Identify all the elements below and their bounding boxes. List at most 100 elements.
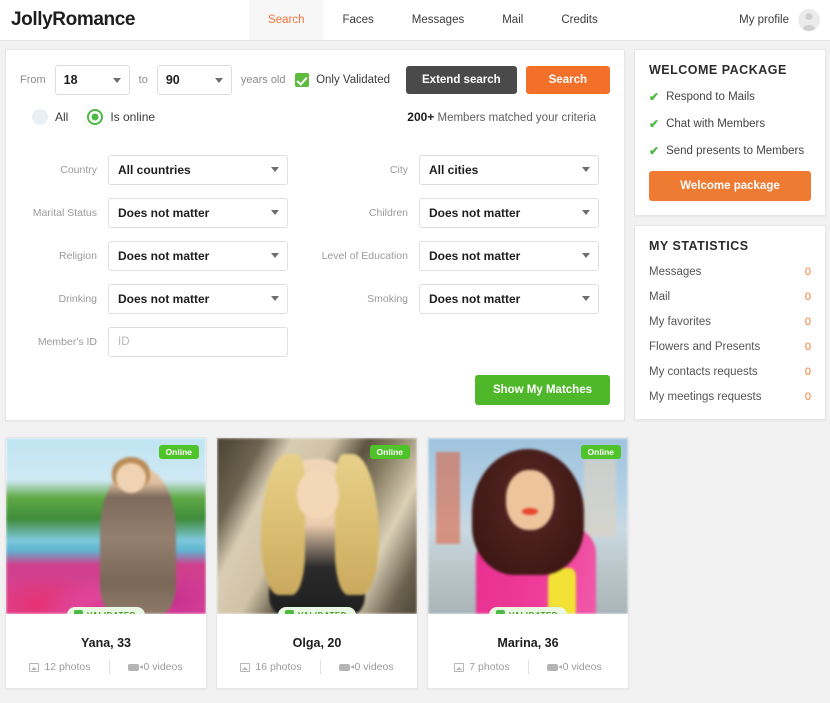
filter-marital-status: Marital Status Does not matter — [6, 191, 315, 234]
filter-children-label: Children — [368, 206, 408, 219]
online-filter-row: All Is online 200+ Members matched your … — [20, 95, 610, 134]
filter-education: Level of Education Does not matter — [315, 234, 624, 277]
filter-member-id-label: Member's ID — [37, 335, 97, 348]
filter-marital-status-select[interactable]: Does not matter — [108, 197, 288, 228]
photo-icon — [454, 662, 465, 672]
welcome-package-panel: WELCOME PACKAGE ✔ Respond to Mails ✔ Cha… — [634, 49, 826, 216]
stat-row-favorites[interactable]: My favorites 0 — [649, 316, 811, 328]
search-button[interactable]: Search — [525, 66, 610, 94]
photos-label: 7 photos — [469, 661, 510, 673]
profile-card[interactable]: Online VALIDATED Marina, 36 7 photos 0 v… — [427, 437, 629, 689]
profile-photo[interactable]: Online VALIDATED — [217, 438, 417, 614]
age-from-select[interactable]: 18 — [54, 65, 130, 95]
online-badge: Online — [369, 445, 410, 459]
shield-check-icon — [495, 610, 505, 614]
age-range-row: From 18 to 90 years old Only Validated E… — [20, 65, 610, 95]
filter-children-value: Does not matter — [429, 205, 521, 220]
user-avatar-icon[interactable] — [798, 9, 820, 31]
show-my-matches-button[interactable]: Show My Matches — [474, 375, 610, 405]
radio-is-online[interactable]: Is online — [87, 109, 155, 125]
nav-item-credits[interactable]: Credits — [542, 0, 616, 40]
filter-country-label: Country — [60, 163, 97, 176]
filter-children: Children Does not matter — [315, 191, 624, 234]
videos-count: 0 videos — [529, 661, 620, 673]
filter-education-select[interactable]: Does not matter — [419, 240, 599, 271]
perk-item: ✔ Respond to Mails — [649, 90, 811, 104]
radio-all[interactable]: All — [32, 109, 68, 125]
perk-label: Respond to Mails — [666, 91, 755, 103]
stat-label: My meetings requests — [649, 391, 762, 403]
filter-religion-label: Religion — [59, 249, 97, 262]
filter-drinking-select[interactable]: Does not matter — [108, 283, 288, 314]
filter-education-value: Does not matter — [429, 248, 521, 263]
site-logo[interactable]: JollyRomance — [0, 0, 145, 40]
only-validated-label: Only Validated — [316, 74, 391, 86]
stat-value: 0 — [804, 391, 811, 403]
member-id-input[interactable] — [108, 326, 288, 357]
stat-row-mail[interactable]: Mail 0 — [649, 291, 811, 303]
nav-item-messages[interactable]: Messages — [393, 0, 483, 40]
profile-card[interactable]: Online VALIDATED Yana, 33 12 photos 0 vi… — [5, 437, 207, 689]
chevron-down-icon — [582, 296, 590, 301]
to-label: to — [138, 74, 148, 86]
radio-icon-online — [87, 109, 104, 125]
validated-label: VALIDATED — [298, 611, 347, 615]
chevron-down-icon — [582, 253, 590, 258]
radio-icon-all — [32, 109, 48, 125]
stat-row-messages[interactable]: Messages 0 — [649, 266, 811, 278]
filter-drinking: Drinking Does not matter — [6, 277, 315, 320]
nav-item-mail[interactable]: Mail — [483, 0, 542, 40]
chevron-down-icon — [112, 77, 121, 83]
filter-marital-status-label: Marital Status — [32, 206, 97, 219]
filters-right-column: City All cities Children Does not matter — [315, 148, 624, 363]
welcome-package-title: WELCOME PACKAGE — [649, 63, 787, 77]
check-icon: ✔ — [649, 90, 660, 104]
stat-row-contacts-requests[interactable]: My contacts requests 0 — [649, 366, 811, 378]
profile-photo[interactable]: Online VALIDATED — [428, 438, 628, 614]
filter-city-select[interactable]: All cities — [419, 154, 599, 185]
nav-item-search[interactable]: Search — [249, 0, 324, 40]
validated-badge: VALIDATED — [488, 607, 568, 614]
stat-row-flowers-presents[interactable]: Flowers and Presents 0 — [649, 341, 811, 353]
age-to-value: 90 — [165, 73, 180, 87]
statistics-panel: MY STATISTICS Messages 0 Mail 0 My favor… — [634, 225, 826, 420]
nav-item-faces[interactable]: Faces — [323, 0, 392, 40]
welcome-package-button[interactable]: Welcome package — [649, 171, 811, 201]
filter-smoking-label: Smoking — [367, 292, 408, 305]
videos-label: 0 videos — [354, 661, 394, 673]
photos-count: 16 photos — [222, 661, 319, 673]
profile-photo-image — [428, 438, 628, 614]
filter-drinking-value: Does not matter — [118, 291, 210, 306]
profile-name-age[interactable]: Marina, 36 — [428, 614, 628, 650]
profile-media-counts: 12 photos 0 videos — [6, 650, 206, 688]
profile-photo[interactable]: Online VALIDATED — [6, 438, 206, 614]
filter-children-select[interactable]: Does not matter — [419, 197, 599, 228]
videos-count: 0 videos — [110, 661, 201, 673]
video-icon — [127, 663, 143, 671]
filter-smoking-select[interactable]: Does not matter — [419, 283, 599, 314]
matched-label: Members matched your criteria — [437, 112, 597, 124]
extend-search-button[interactable]: Extend search — [406, 66, 517, 94]
only-validated-checkbox[interactable]: Only Validated — [295, 73, 390, 87]
profile-name-age[interactable]: Olga, 20 — [217, 614, 417, 650]
filter-country-select[interactable]: All countries — [108, 154, 288, 185]
profile-photo-image — [217, 438, 417, 614]
stat-row-meetings-requests[interactable]: My meetings requests 0 — [649, 391, 811, 403]
stat-label: Messages — [649, 266, 702, 278]
profile-area[interactable]: My profile — [739, 0, 830, 40]
photo-icon — [29, 662, 40, 672]
videos-label: 0 videos — [143, 661, 183, 673]
profile-name-age[interactable]: Yana, 33 — [6, 614, 206, 650]
filter-city-value: All cities — [429, 162, 479, 177]
main-column: From 18 to 90 years old Only Validated E… — [5, 49, 625, 421]
matched-count: 200+ — [407, 110, 435, 124]
age-to-select[interactable]: 90 — [156, 65, 232, 95]
filter-religion-select[interactable]: Does not matter — [108, 240, 288, 271]
filter-religion-value: Does not matter — [118, 248, 210, 263]
profile-card[interactable]: Online VALIDATED Olga, 20 16 photos 0 vi… — [216, 437, 418, 689]
online-badge: Online — [580, 445, 621, 459]
stat-label: My favorites — [649, 316, 711, 328]
radio-online-label: Is online — [110, 110, 156, 124]
validated-badge: VALIDATED — [277, 607, 357, 615]
stat-value: 0 — [804, 341, 811, 353]
